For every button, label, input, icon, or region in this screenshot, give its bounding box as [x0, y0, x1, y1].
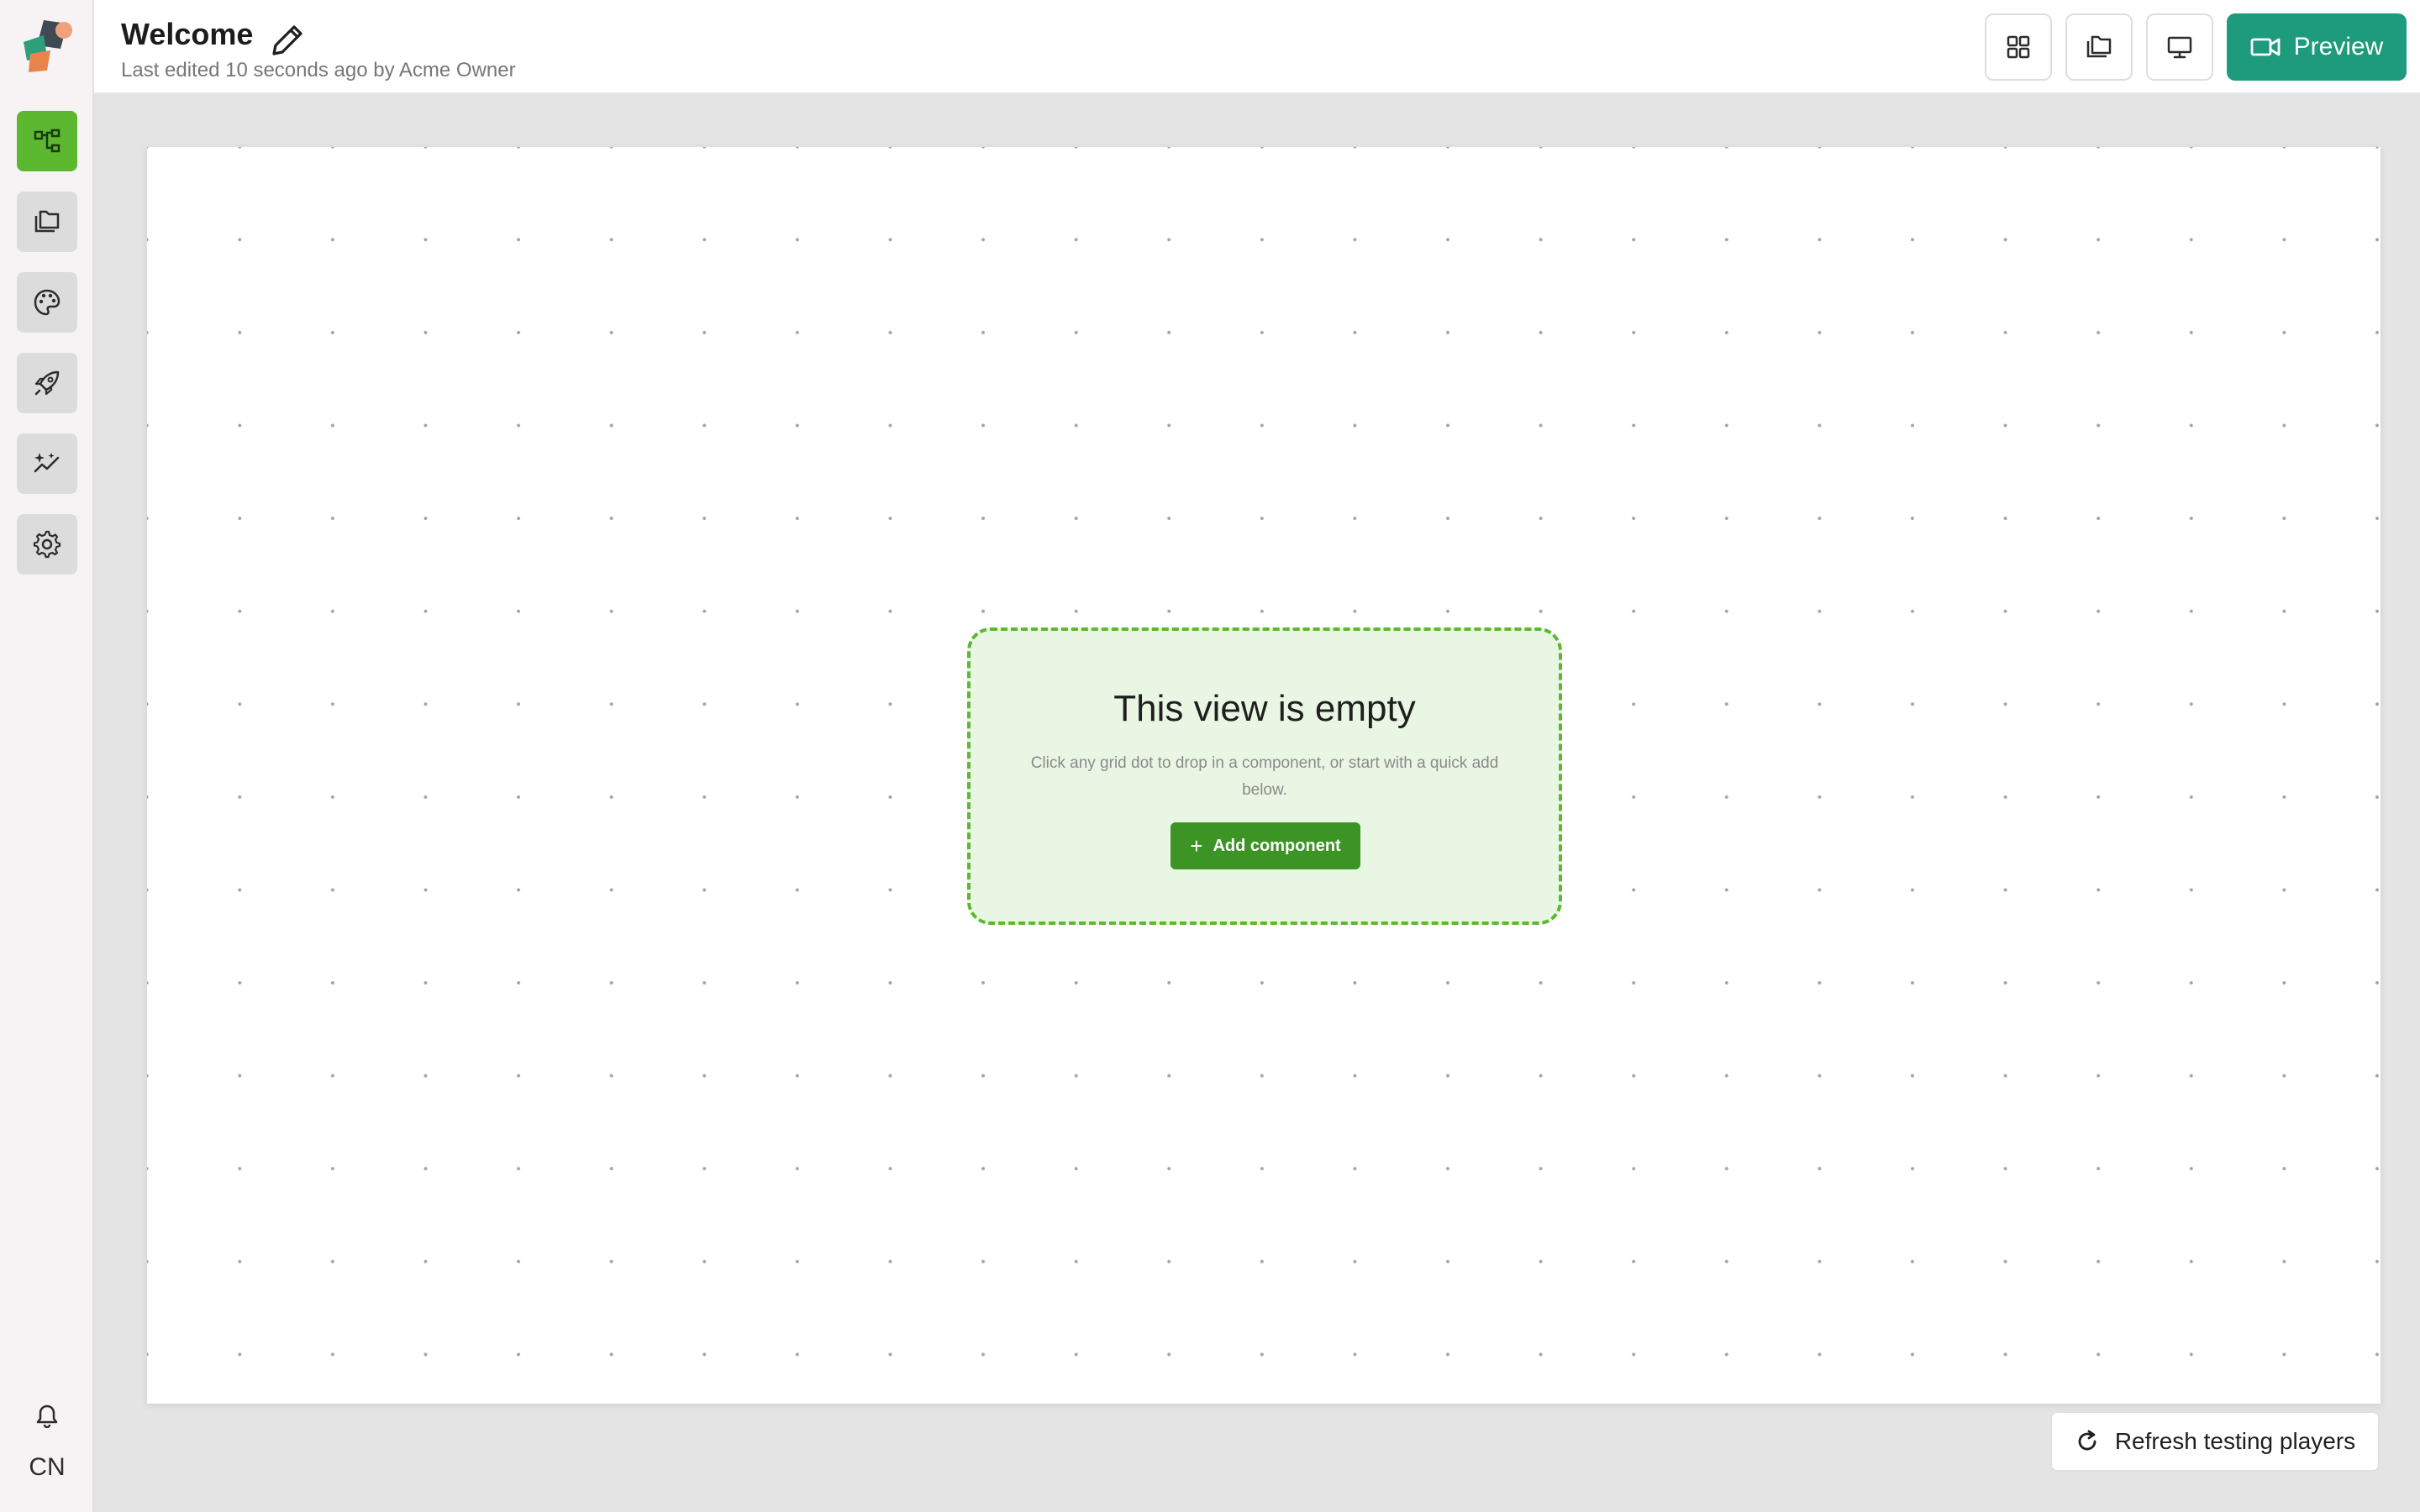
grid-icon	[2007, 35, 2030, 59]
last-edited-text: Last edited 10 seconds ago by Acme Owner	[121, 59, 516, 81]
app-logo[interactable]	[18, 17, 76, 76]
sidebar-item-files[interactable]	[17, 192, 77, 252]
sidebar-item-theme[interactable]	[17, 272, 77, 333]
empty-state: This view is empty Click any grid dot to…	[967, 627, 1562, 925]
plus-icon: +	[1190, 833, 1203, 858]
add-component-button[interactable]: + Add component	[1171, 822, 1360, 869]
empty-state-description: Click any grid dot to drop in a componen…	[1030, 754, 1499, 799]
refresh-testing-players-button[interactable]: Refresh testing players	[2050, 1411, 2380, 1472]
language-switcher[interactable]: CN	[0, 1453, 94, 1482]
video-camera-icon	[2250, 38, 2281, 56]
page-title: Welcome	[121, 17, 254, 51]
design-canvas[interactable]: This view is empty Click any grid dot to…	[147, 147, 2381, 1404]
preview-label: Preview	[2293, 33, 2384, 60]
monitor-icon	[2167, 36, 2192, 59]
sidebar-item-settings[interactable]	[17, 514, 77, 575]
notifications-button[interactable]	[30, 1399, 64, 1432]
sidebar-item-publish[interactable]	[17, 353, 77, 413]
refresh-label: Refresh testing players	[2114, 1428, 2356, 1454]
top-header: Welcome Last edited 10 seconds ago by Ac…	[94, 0, 2420, 94]
grid-view-button[interactable]	[1985, 13, 2052, 81]
flow-tree-icon	[34, 129, 60, 153]
preview-button[interactable]: Preview	[2227, 13, 2407, 81]
device-preview-button[interactable]	[2146, 13, 2213, 81]
sidebar: CN	[0, 0, 94, 1512]
analytics-sparkle-icon	[34, 453, 60, 473]
bell-icon	[36, 1404, 58, 1428]
pencil-icon	[272, 25, 302, 55]
edit-title-button[interactable]	[269, 22, 306, 59]
rocket-icon	[34, 370, 60, 396]
sidebar-item-analytics[interactable]	[17, 433, 77, 494]
folders-icon	[34, 210, 60, 233]
add-component-label: Add component	[1213, 836, 1341, 855]
empty-state-title: This view is empty	[1113, 688, 1416, 729]
sidebar-item-flow[interactable]	[17, 111, 77, 171]
files-button[interactable]	[2065, 13, 2133, 81]
refresh-icon	[2078, 1430, 2096, 1451]
palette-icon	[34, 289, 60, 316]
gear-icon	[33, 530, 61, 559]
folders-icon	[2086, 35, 2112, 58]
